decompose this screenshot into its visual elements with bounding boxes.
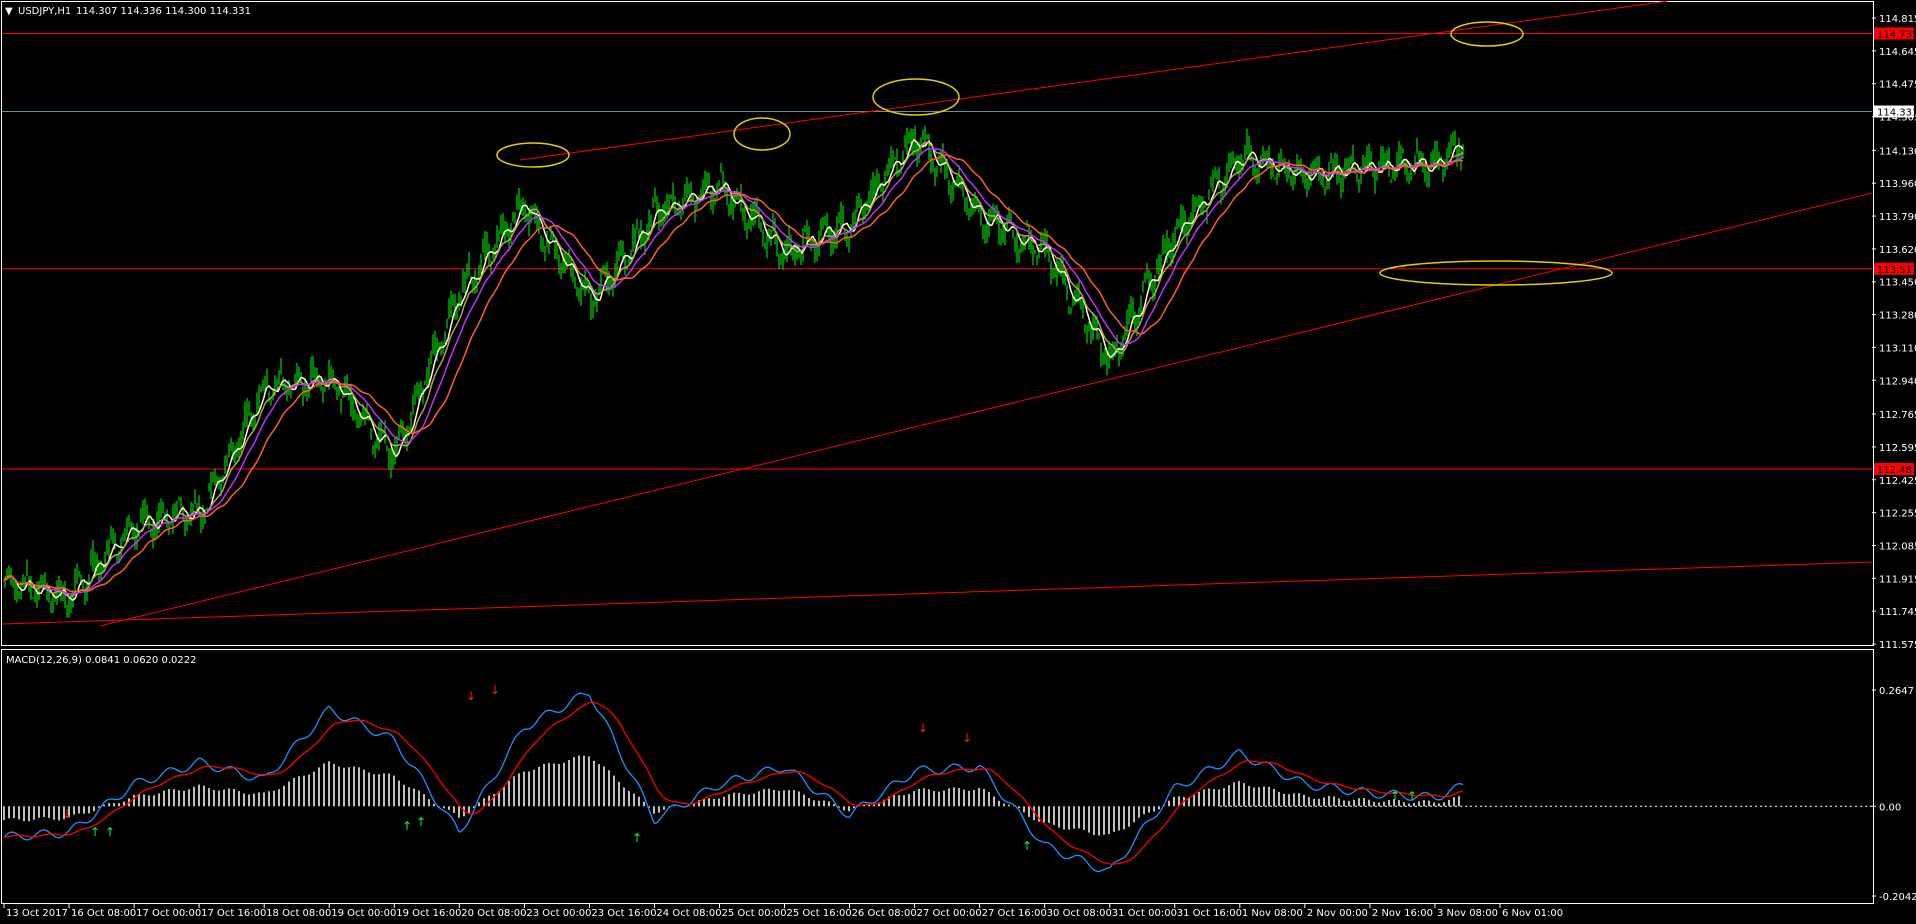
time-tick-label: 6 Nov 01:00 bbox=[1502, 908, 1563, 919]
price-tick-label: 112.425 bbox=[1879, 476, 1916, 487]
macd-tick-label: -0.2042 bbox=[1879, 892, 1916, 903]
macd-label: MACD(12,26,9) 0.0841 0.0620 0.0222 bbox=[6, 655, 196, 666]
sell-arrow-icon: ↓ bbox=[62, 807, 72, 821]
price-tick-label: 114.130 bbox=[1879, 146, 1916, 157]
buy-arrow-icon: ↑ bbox=[1390, 789, 1400, 803]
buy-arrow-icon: ↑ bbox=[632, 831, 642, 845]
sell-arrow-icon: ↓ bbox=[962, 731, 972, 745]
price-tick-label: 111.745 bbox=[1879, 607, 1916, 618]
time-tick-label: 26 Oct 08:00 bbox=[852, 908, 917, 919]
price-tick-label: 112.765 bbox=[1879, 410, 1916, 421]
symbol-dropdown-icon[interactable]: ▼ bbox=[5, 6, 13, 17]
sell-arrow-icon: ↓ bbox=[918, 721, 928, 735]
time-tick-label: 2 Nov 00:00 bbox=[1307, 908, 1368, 919]
price-tick-label: 111.915 bbox=[1879, 574, 1916, 585]
time-tick-label: 31 Oct 16:00 bbox=[1177, 908, 1242, 919]
price-tick-label: 113.280 bbox=[1879, 311, 1916, 322]
price-tick-label: 112.940 bbox=[1879, 376, 1916, 387]
buy-arrow-icon: ↑ bbox=[416, 815, 426, 829]
price-tick-label: 112.255 bbox=[1879, 509, 1916, 520]
level-tag-label: 113.517 bbox=[1877, 265, 1916, 276]
current-price-tag: 114.331 bbox=[1877, 108, 1916, 119]
time-tick-label: 1 Nov 08:00 bbox=[1242, 908, 1303, 919]
price-tick-label: 113.620 bbox=[1879, 245, 1916, 256]
chart-root: ↓ ↓ ↓ ↓ ↓ ↑ ↑ ↑ ↑ ↑ ↑ ↑ ↑ ▼ USDJPY,H1 114.307 114.33… bbox=[0, 0, 1916, 924]
time-tick-label: 20 Oct 08:00 bbox=[461, 908, 526, 919]
time-tick-label: 19 Oct 16:00 bbox=[396, 908, 461, 919]
time-tick-label: 17 Oct 16:00 bbox=[201, 908, 266, 919]
macd-tick-label: 0.00 bbox=[1879, 802, 1901, 813]
time-tick-label: 27 Oct 16:00 bbox=[982, 908, 1047, 919]
time-tick-label: 30 Oct 08:00 bbox=[1047, 908, 1112, 919]
time-tick-label: 19 Oct 00:00 bbox=[331, 908, 396, 919]
time-tick-label: 13 Oct 2017 bbox=[6, 908, 68, 919]
time-tick-label: 25 Oct 00:00 bbox=[721, 908, 786, 919]
price-tick-label: 113.110 bbox=[1879, 343, 1916, 354]
time-tick-label: 27 Oct 00:00 bbox=[917, 908, 982, 919]
price-tick-label: 112.085 bbox=[1879, 541, 1916, 552]
chart-background bbox=[0, 0, 1916, 924]
time-tick-label: 17 Oct 00:00 bbox=[136, 908, 201, 919]
time-tick-label: 3 Nov 08:00 bbox=[1437, 908, 1498, 919]
time-tick-label: 31 Oct 00:00 bbox=[1112, 908, 1177, 919]
time-tick-label: 25 Oct 16:00 bbox=[787, 908, 852, 919]
buy-arrow-icon: ↑ bbox=[1022, 839, 1032, 853]
symbol-label: USDJPY,H1 bbox=[18, 6, 71, 17]
macd-tick-label: 0.2647 bbox=[1879, 686, 1914, 697]
time-tick-label: 18 Oct 08:00 bbox=[266, 908, 331, 919]
price-tick-label: 111.575 bbox=[1879, 640, 1916, 651]
time-tick-label: 2 Nov 16:00 bbox=[1372, 908, 1433, 919]
price-tick-label: 113.790 bbox=[1879, 212, 1916, 223]
buy-arrow-icon: ↑ bbox=[105, 825, 115, 839]
level-tag-label: 114.735 bbox=[1877, 29, 1916, 40]
time-tick-label: 24 Oct 08:00 bbox=[656, 908, 721, 919]
price-tick-label: 114.475 bbox=[1879, 80, 1916, 91]
price-tick-label: 114.815 bbox=[1879, 14, 1916, 25]
level-tag-label: 112.481 bbox=[1877, 465, 1916, 476]
price-tick-label: 112.595 bbox=[1879, 443, 1916, 454]
sell-arrow-icon: ↓ bbox=[466, 689, 476, 703]
ohlc-label: 114.307 114.336 114.300 114.331 bbox=[76, 6, 251, 17]
sell-arrow-icon: ↓ bbox=[490, 683, 500, 697]
buy-arrow-icon: ↑ bbox=[402, 819, 412, 833]
time-tick-label: 16 Oct 08:00 bbox=[71, 908, 136, 919]
buy-arrow-icon: ↑ bbox=[1407, 789, 1417, 803]
buy-arrow-icon: ↑ bbox=[90, 825, 100, 839]
time-tick-label: 23 Oct 00:00 bbox=[526, 908, 591, 919]
price-tick-label: 113.960 bbox=[1879, 179, 1916, 190]
time-tick-label: 23 Oct 16:00 bbox=[591, 908, 656, 919]
price-tick-label: 114.645 bbox=[1879, 47, 1916, 58]
price-tick-label: 113.450 bbox=[1879, 278, 1916, 289]
